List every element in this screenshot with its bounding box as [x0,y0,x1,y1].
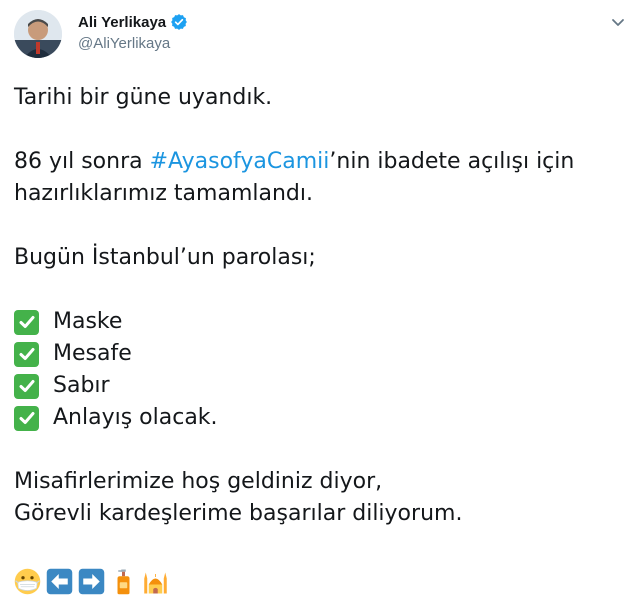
check-mark-icon [14,373,39,399]
face-with-medical-mask-icon [14,568,41,595]
chevron-down-icon[interactable] [610,14,626,30]
tweet-line: hazırlıklarımız tamamlandı. [14,181,313,206]
check-mark-icon [14,341,39,367]
name-row: Ali Yerlikaya [78,13,188,31]
checklist-label: Sabır [53,373,110,398]
check-mark-icon [14,309,39,335]
checklist-item: Mesafe [14,338,626,370]
tweet-line: 86 yıl sonra #AyasofyaCamii’nin ibadete … [14,146,626,178]
tweet-line: Misafirlerimize hoş geldiniz diyor, [14,469,383,494]
checklist-label: Mesafe [53,341,132,366]
checklist-item: Anlayış olacak. [14,402,626,434]
checklist-label: Maske [53,309,123,334]
right-arrow-icon [78,568,105,595]
hashtag-link[interactable]: #AyasofyaCamii [150,149,330,174]
avatar-image [14,10,62,58]
left-arrow-icon [46,568,73,595]
tweet-line: Görevli kardeşlerime başarılar diliyorum… [14,501,463,526]
tweet-text-segment: 86 yıl sonra [14,149,150,174]
author-display-name[interactable]: Ali Yerlikaya [78,14,166,31]
tweet-line: Bugün İstanbul’un parolası; [14,245,316,270]
author-handle[interactable]: @AliYerlikaya [78,35,170,52]
mosque-icon [142,568,169,595]
tweet-text-segment: ’nin ibadete açılışı için [329,149,575,174]
check-mark-icon [14,405,39,431]
tweet-body: Tarihi bir güne uyandık. 86 yıl sonra #A… [14,82,626,530]
verified-badge-icon [170,13,188,31]
emoji-row [14,568,169,595]
tweet-header: Ali Yerlikaya @AliYerlikaya [14,10,626,58]
tweet-line: Tarihi bir güne uyandık. [14,85,273,110]
checklist-item: Sabır [14,370,626,402]
checklist-label: Anlayış olacak. [53,405,218,430]
avatar[interactable] [14,10,62,58]
hand-sanitizer-icon [110,568,137,595]
checklist-item: Maske [14,306,626,338]
